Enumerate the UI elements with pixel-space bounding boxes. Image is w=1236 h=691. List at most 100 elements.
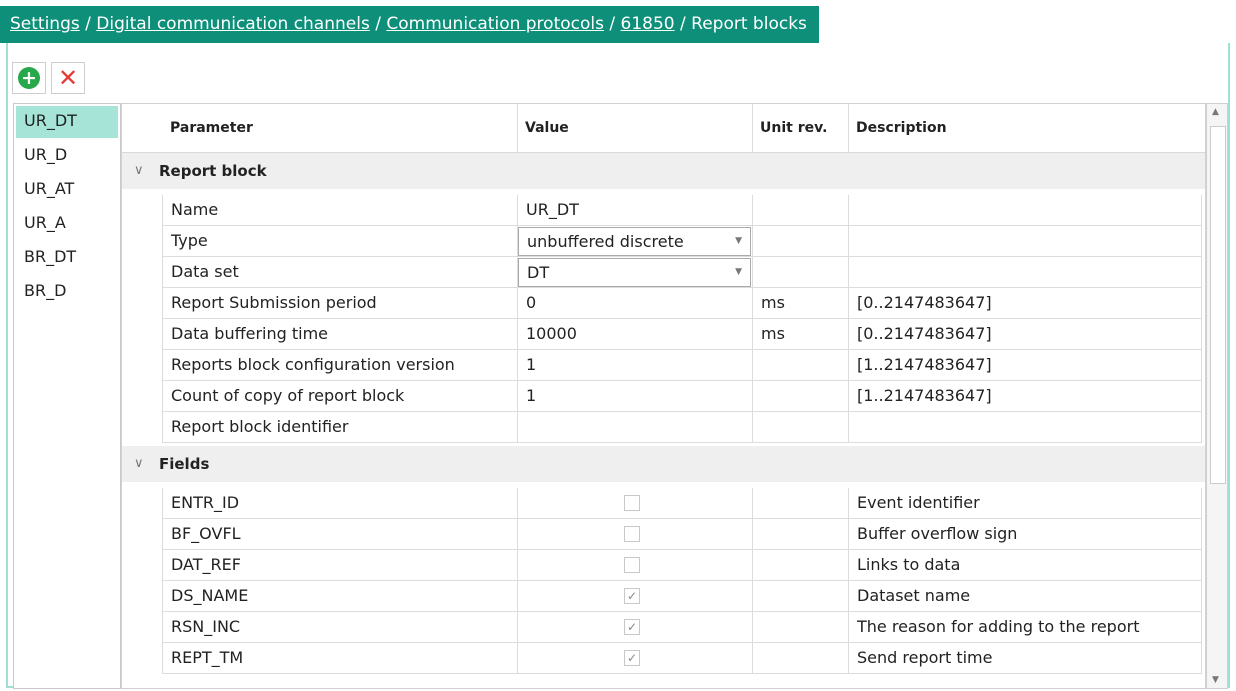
value-input[interactable]: UR_DT [517,195,752,226]
breadcrumb-link-protocols[interactable]: Communication protocols [386,14,604,34]
unit [752,350,848,381]
chevron-down-icon[interactable]: ∨ [134,446,144,482]
section-report-block[interactable]: ∨ Report block [122,153,1205,189]
block-item-ur-dt[interactable]: UR_DT [16,106,118,138]
field-name: RSN_INC [162,612,517,643]
section-title: Report block [159,162,267,180]
block-item-ur-a[interactable]: UR_A [16,208,118,240]
breadcrumb-separator: / [609,14,616,34]
table-row[interactable]: Name UR_DT [122,195,1205,226]
data-set-select-value: DT [527,263,550,282]
description: Buffer overflow sign [848,519,1202,550]
value-input[interactable] [517,412,752,443]
unit [752,412,848,443]
unit: ms [752,319,848,350]
scroll-down-icon[interactable]: ▼ [1212,675,1219,685]
field-name: ENTR_ID [162,488,517,519]
description: Links to data [848,550,1202,581]
param-name: Data set [162,257,517,288]
table-row[interactable]: REPT_TM ✓ Send report time [122,643,1205,674]
field-checkbox[interactable] [624,495,640,511]
delete-button[interactable]: ✕ [51,62,85,94]
value-input[interactable]: 1 [517,350,752,381]
description: [1..2147483647] [848,381,1202,412]
field-name: DAT_REF [162,550,517,581]
unit [752,257,848,288]
value-input[interactable]: 10000 [517,319,752,350]
table-row[interactable]: BF_OVFL Buffer overflow sign [122,519,1205,550]
param-name: Data buffering time [162,319,517,350]
unit [752,226,848,257]
param-name: Report Submission period [162,288,517,319]
section-fields[interactable]: ∨ Fields [122,446,1205,482]
description: The reason for adding to the report [848,612,1202,643]
chevron-down-icon: ▼ [735,236,742,246]
breadcrumb-link-settings[interactable]: Settings [10,14,80,34]
description: Dataset name [848,581,1202,612]
grid-header: Parameter Value Unit rev. Description [122,104,1205,153]
table-row[interactable]: RSN_INC ✓ The reason for adding to the r… [122,612,1205,643]
param-name: Count of copy of report block [162,381,517,412]
table-row[interactable]: Reports block configuration version 1 [1… [122,350,1205,381]
value-input[interactable]: 1 [517,381,752,412]
param-name: Type [162,226,517,257]
description: Send report time [848,643,1202,674]
description: [1..2147483647] [848,350,1202,381]
breadcrumb-separator: / [680,14,686,34]
property-grid: Parameter Value Unit rev. Description ∨ … [121,103,1206,689]
breadcrumb: Settings / Digital communication channel… [0,6,819,43]
description [848,195,1202,226]
breadcrumb-link-61850[interactable]: 61850 [621,14,675,34]
chevron-down-icon[interactable]: ∨ [134,153,144,189]
block-item-ur-d[interactable]: UR_D [16,140,118,172]
breadcrumb-link-digital-channels[interactable]: Digital communication channels [96,14,370,34]
field-checkbox-checked[interactable]: ✓ [624,619,640,635]
data-set-select[interactable]: DT ▼ [518,258,751,287]
breadcrumb-separator: / [375,14,381,34]
plus-circle-icon: + [18,67,40,89]
add-button[interactable]: + [12,62,46,94]
column-header-unit[interactable]: Unit rev. [760,120,827,136]
breadcrumb-current: Report blocks [691,14,807,34]
description [848,412,1202,443]
column-header-value[interactable]: Value [525,120,569,136]
field-checkbox[interactable] [624,557,640,573]
scroll-up-icon[interactable]: ▲ [1212,107,1219,117]
table-row[interactable]: DAT_REF Links to data [122,550,1205,581]
type-select[interactable]: unbuffered discrete ▼ [518,227,751,256]
unit [752,195,848,226]
section-title: Fields [159,455,210,473]
field-checkbox-checked[interactable]: ✓ [624,650,640,666]
table-row[interactable]: Data set DT ▼ [122,257,1205,288]
field-checkbox-checked[interactable]: ✓ [624,588,640,604]
scrollbar-thumb[interactable] [1210,126,1226,484]
param-name: Report block identifier [162,412,517,443]
description: Event identifier [848,488,1202,519]
table-row[interactable]: Report block identifier [122,412,1205,443]
field-name: BF_OVFL [162,519,517,550]
field-checkbox[interactable] [624,526,640,542]
unit [752,381,848,412]
table-row[interactable]: Count of copy of report block 1 [1..2147… [122,381,1205,412]
column-header-description[interactable]: Description [856,120,947,136]
table-row[interactable]: Type unbuffered discrete ▼ [122,226,1205,257]
vertical-scrollbar[interactable]: ▲ ▼ [1206,103,1228,689]
chevron-down-icon: ▼ [735,267,742,277]
table-row[interactable]: Data buffering time 10000 ms [0..2147483… [122,319,1205,350]
table-row[interactable]: Report Submission period 0 ms [0..214748… [122,288,1205,319]
column-header-parameter[interactable]: Parameter [170,120,253,136]
block-item-br-d[interactable]: BR_D [16,276,118,308]
description: [0..2147483647] [848,319,1202,350]
block-item-br-dt[interactable]: BR_DT [16,242,118,274]
unit: ms [752,288,848,319]
value-input[interactable]: 0 [517,288,752,319]
table-row[interactable]: DS_NAME ✓ Dataset name [122,581,1205,612]
param-name: Reports block configuration version [162,350,517,381]
param-name: Name [162,195,517,226]
field-name: DS_NAME [162,581,517,612]
breadcrumb-separator: / [85,14,91,34]
table-row[interactable]: ENTR_ID Event identifier [122,488,1205,519]
description [848,257,1202,288]
block-item-ur-at[interactable]: UR_AT [16,174,118,206]
description [848,226,1202,257]
